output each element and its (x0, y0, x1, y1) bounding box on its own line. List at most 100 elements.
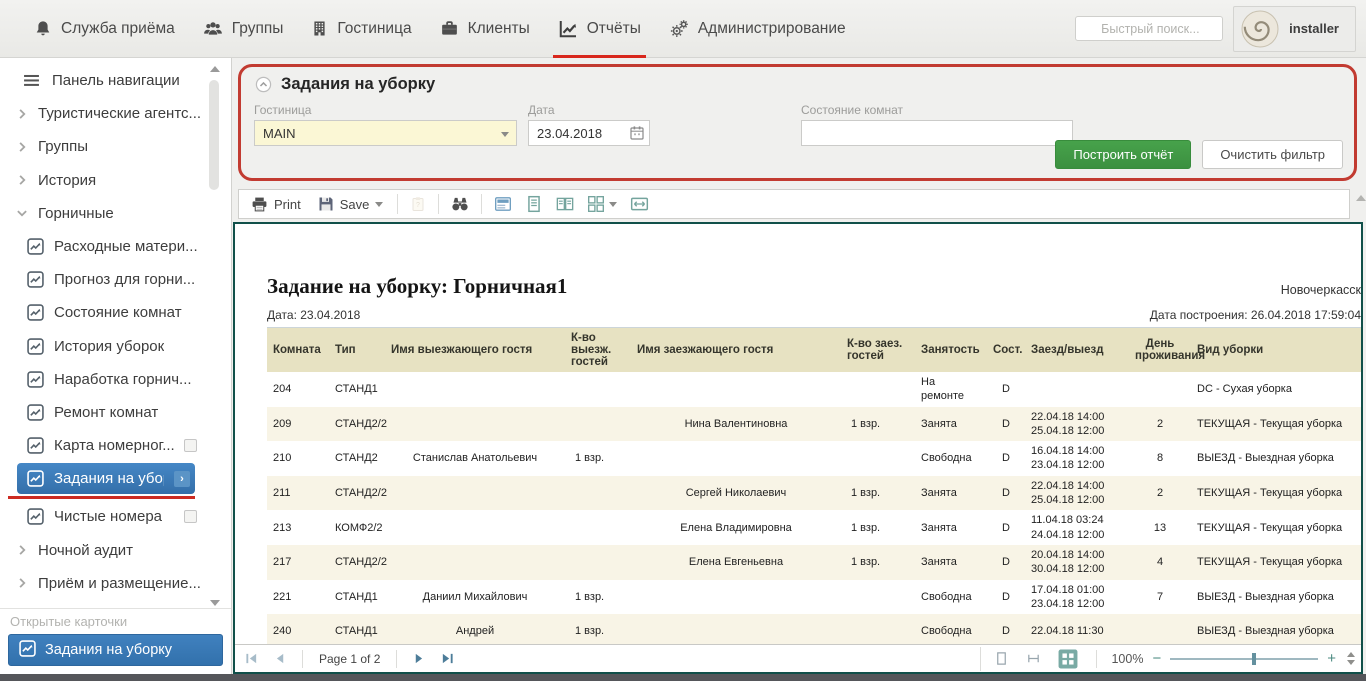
nav-item-groups[interactable]: Группы (189, 0, 298, 58)
cell-state: D (987, 372, 1025, 407)
zoom-in-button[interactable]: + (1327, 651, 1336, 666)
cell-in-count: 1 взр. (841, 545, 915, 580)
next-page-button[interactable] (409, 650, 430, 667)
sidebar-item-13[interactable]: Чистые номера (0, 500, 205, 533)
cell-type: КОМФ2/2 (329, 510, 385, 545)
nav-item-admin[interactable]: Администрирование (655, 0, 860, 58)
last-page-button[interactable] (437, 650, 458, 667)
open-card-cleaning-tasks[interactable]: Задания на уборку (8, 634, 223, 666)
table-row-room-213: 213КОМФ2/2Елена Владимировна1 взр.Занята… (267, 510, 1361, 545)
chart-icon (19, 640, 36, 661)
first-page-button[interactable] (241, 650, 262, 667)
cell-in-guest: Елена Владимировна (631, 510, 841, 545)
build-report-button[interactable]: Построить отчёт (1055, 140, 1191, 169)
sidebar-item-label: Наработка горнич... (54, 371, 192, 388)
zoom-slider[interactable] (1170, 652, 1318, 666)
clear-filter-button[interactable]: Очистить фильтр (1202, 140, 1343, 169)
active-card-arrow-icon[interactable]: › (174, 471, 190, 487)
column-header-out-guest: Имя выезжающего гостя (385, 328, 565, 373)
room-state-input[interactable] (801, 120, 1073, 146)
collapse-panel-icon[interactable] (255, 76, 272, 93)
nav-item-hotel[interactable]: Гостиница (297, 0, 425, 58)
sidebar-item-11[interactable]: Карта номерног... (0, 429, 205, 462)
sidebar-item-12[interactable]: Задания на убор...› (17, 463, 195, 494)
statusbar-separator (1096, 650, 1097, 668)
save-dropdown-caret-icon[interactable] (375, 202, 383, 207)
view-properties-button[interactable] (489, 192, 517, 216)
column-header-checkin-out: Заезд/выезд (1025, 328, 1129, 373)
nav-item-label: Администрирование (698, 20, 846, 38)
nav-item-reception[interactable]: Служба приёма (20, 0, 189, 58)
scroll-up-icon[interactable] (210, 66, 220, 72)
multi-page-caret-icon[interactable] (609, 202, 617, 207)
cell-days: 4 (1129, 545, 1191, 580)
main-scroll-up-icon[interactable] (1356, 195, 1366, 201)
two-page-view-button[interactable] (551, 192, 579, 216)
prev-page-button[interactable] (269, 650, 290, 667)
cell-in-guest (631, 580, 841, 615)
cell-room: 209 (267, 407, 329, 442)
report-chart-icon (27, 238, 44, 255)
sidebar-item-10[interactable]: Ремонт комнат (0, 396, 205, 429)
column-header-type: Тип (329, 328, 385, 373)
zoom-page-fit-button[interactable] (990, 649, 1013, 668)
fit-width-button[interactable] (625, 192, 654, 216)
scrollbar-thumb[interactable] (209, 80, 219, 190)
sidebar-item-1[interactable]: Туристические агентс... (0, 97, 205, 130)
sidebar-item-2[interactable]: Группы (0, 130, 205, 163)
multi-page-view-button[interactable] (582, 192, 622, 216)
sidebar-item-16[interactable]: Бронирование (0, 600, 205, 608)
scroll-down-icon[interactable] (210, 600, 220, 606)
top-navbar: Служба приёма ГруппыГостиницаКлиентыОтчёт… (0, 0, 1366, 58)
preview-scroll-arrows[interactable] (1347, 652, 1355, 665)
single-page-view-button[interactable] (520, 192, 548, 216)
sidebar-item-7[interactable]: Состояние комнат (0, 296, 205, 329)
sidebar-item-8[interactable]: История уборок (0, 330, 205, 363)
nav-item-label: Служба приёма (61, 20, 175, 38)
print-button[interactable]: Print (244, 193, 308, 216)
cell-checkin-out: 16.04.18 14:00 23.04.18 12:00 (1025, 441, 1129, 476)
sidebar-item-5[interactable]: Расходные матери... (0, 230, 205, 263)
sidebar-scrollbar[interactable] (208, 66, 221, 606)
table-row-room-217: 217СТАНД2/2Елена Евгеньевна1 взр.ЗанятаD… (267, 545, 1361, 580)
nav-item-clients[interactable]: Клиенты (426, 0, 544, 58)
cell-occupancy: Занята (915, 510, 987, 545)
zoom-page-width-button[interactable] (1022, 649, 1045, 668)
find-button[interactable] (446, 192, 474, 216)
save-button[interactable]: Save (311, 193, 391, 215)
zoom-multi-page-button[interactable] (1054, 647, 1082, 671)
user-menu[interactable]: installer (1233, 6, 1356, 52)
cleaning-tasks-table: КомнатаТипИмя выезжающего гостяК-во выез… (267, 327, 1361, 644)
column-header-in-guest: Имя заезжающего гостя (631, 328, 841, 373)
sidebar-item-14[interactable]: Ночной аудит (0, 533, 205, 566)
sidebar-item-4[interactable]: Горничные (0, 197, 205, 230)
cell-checkin-out: 22.04.18 14:00 25.04.18 12:00 (1025, 407, 1129, 442)
scroll-down-icon[interactable] (1347, 660, 1355, 665)
sidebar-item-0[interactable]: Панель навигации (0, 64, 205, 97)
zoom-slider-handle[interactable] (1252, 653, 1256, 665)
open-cards-panel: Открытые карточки Задания на уборку (0, 608, 231, 674)
cell-out-count (565, 545, 631, 580)
zoom-out-button[interactable]: − (1152, 651, 1161, 666)
hotel-select[interactable]: MAIN (254, 120, 517, 146)
column-header-out-count: К-во выезж. гостей (565, 328, 631, 373)
pin-card-icon[interactable] (184, 510, 197, 523)
cell-in-count: 1 взр. (841, 407, 915, 442)
sidebar-item-9[interactable]: Наработка горнич... (0, 363, 205, 396)
cell-checkin-out: 17.04.18 01:00 23.04.18 12:00 (1025, 580, 1129, 615)
edit-page-button[interactable]: ? (405, 193, 431, 215)
cell-checkin-out: 22.04.18 11:30 (1025, 614, 1129, 644)
pin-card-icon[interactable] (184, 439, 197, 452)
cell-in-guest: Сергей Николаевич (631, 476, 841, 511)
cell-out-count (565, 510, 631, 545)
scroll-up-icon[interactable] (1347, 652, 1355, 657)
nav-item-reports[interactable]: Отчёты (544, 0, 655, 58)
sidebar-item-6[interactable]: Прогноз для горни... (0, 263, 205, 296)
sidebar-item-15[interactable]: Приём и размещение... (0, 567, 205, 600)
search-input[interactable] (1075, 16, 1223, 41)
cell-days (1129, 614, 1191, 644)
cell-type: СТАНД2 (329, 441, 385, 476)
sidebar-item-3[interactable]: История (0, 164, 205, 197)
zoom-slider-track[interactable] (1170, 658, 1318, 660)
calendar-icon[interactable] (629, 125, 645, 141)
